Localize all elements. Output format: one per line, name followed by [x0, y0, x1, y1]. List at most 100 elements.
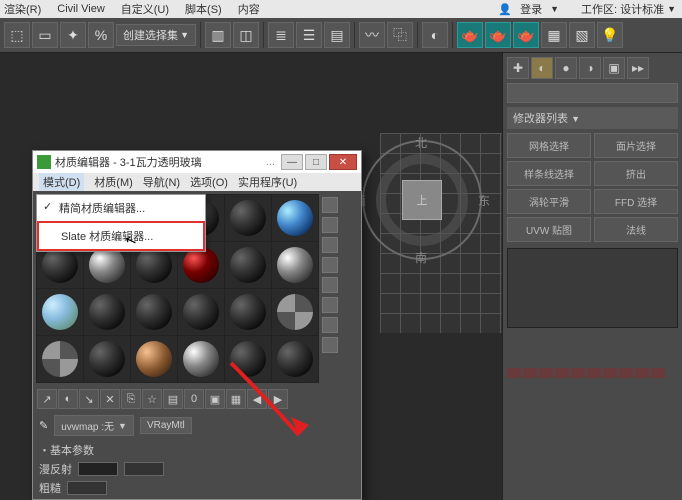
tool-btn[interactable]: ▦ [541, 22, 567, 48]
go-sibling-icon[interactable]: ▶ [268, 389, 288, 409]
mod-btn[interactable]: UVW 贴图 [507, 217, 591, 242]
assign-icon[interactable]: ↘ [79, 389, 99, 409]
mod-btn[interactable]: 面片选择 [594, 133, 678, 158]
sample-slot[interactable] [225, 289, 271, 335]
sample-slot[interactable] [84, 289, 130, 335]
login-link[interactable]: 登录 [520, 1, 542, 17]
uv-tile-icon[interactable] [322, 257, 338, 273]
modifier-list-header[interactable]: 修改器列表 ▼ [507, 107, 678, 129]
diffuse-spinner[interactable] [124, 462, 164, 476]
menu-options[interactable]: 选项(O) [190, 174, 228, 190]
material-type-button[interactable]: VRayMtl [140, 417, 192, 434]
sample-slot[interactable] [37, 289, 83, 335]
select-by-mat-icon[interactable] [322, 337, 338, 353]
sample-slot[interactable] [131, 289, 177, 335]
menu-navigate[interactable]: 导航(N) [143, 174, 180, 190]
minimize-button[interactable]: — [281, 154, 303, 170]
mod-btn[interactable]: 样条线选择 [507, 161, 591, 186]
chevron-down-icon[interactable]: ▼ [550, 4, 559, 14]
menu-civil[interactable]: Civil View [57, 3, 104, 15]
view-cube[interactable]: 上 北 东 南 西 [362, 140, 482, 260]
sample-slot[interactable] [225, 195, 271, 241]
viewcube-face[interactable]: 上 [402, 180, 442, 220]
tool-btn[interactable]: ▧ [569, 22, 595, 48]
render-icon[interactable]: 🫖 [513, 22, 539, 48]
tool-btn[interactable]: ⬚ [4, 22, 30, 48]
tab-display[interactable]: ▣ [603, 57, 625, 79]
layers-icon[interactable]: ▤ [324, 22, 350, 48]
layers-icon[interactable]: ≣ [268, 22, 294, 48]
preview-icon[interactable] [322, 297, 338, 313]
selection-set-combo[interactable]: 创建选择集▼ [116, 24, 196, 46]
sample-slot[interactable] [225, 242, 271, 288]
sample-type-icon[interactable] [322, 197, 338, 213]
mod-btn[interactable]: 法线 [594, 217, 678, 242]
window-titlebar[interactable]: 材质编辑器 - 3-1瓦力透明玻璃 ... — □ ✕ [33, 151, 361, 173]
show-end-icon[interactable]: ▦ [226, 389, 246, 409]
material-editor-icon[interactable]: ◐ [422, 22, 448, 48]
sample-slot[interactable] [178, 336, 224, 382]
mod-btn[interactable]: FFD 选择 [594, 189, 678, 214]
chevron-down-icon[interactable]: ▼ [667, 4, 676, 14]
rollout-header[interactable]: ・基本参数 [39, 442, 355, 458]
menu-script[interactable]: 脚本(S) [185, 1, 222, 17]
modifier-stack[interactable] [507, 248, 678, 328]
tab-utilities[interactable]: ▸▸ [627, 57, 649, 79]
viewcube-south[interactable]: 南 [415, 249, 427, 266]
align-icon[interactable]: ◫ [233, 22, 259, 48]
maximize-button[interactable]: □ [305, 154, 327, 170]
get-material-icon[interactable]: ↗ [37, 389, 57, 409]
backlight-icon[interactable] [322, 217, 338, 233]
diffuse-swatch[interactable] [78, 462, 118, 476]
put-to-lib-icon[interactable]: ▤ [163, 389, 183, 409]
viewcube-north[interactable]: 北 [415, 134, 427, 151]
mod-btn[interactable]: 网格选择 [507, 133, 591, 158]
workspace-value[interactable]: 设计标准 [620, 1, 664, 17]
close-button[interactable]: ✕ [329, 154, 357, 170]
eyedropper-icon[interactable]: ✎ [39, 419, 48, 432]
layers-icon[interactable]: ☰ [296, 22, 322, 48]
material-name-combo[interactable]: uvwmap :无▼ [54, 415, 134, 436]
sample-slot[interactable] [272, 336, 318, 382]
sample-slot[interactable] [225, 336, 271, 382]
show-in-vp-icon[interactable]: ▣ [205, 389, 225, 409]
render-frame-icon[interactable]: 🫖 [485, 22, 511, 48]
sample-slot[interactable] [272, 242, 318, 288]
background-icon[interactable] [322, 237, 338, 253]
mirror-icon[interactable]: ▥ [205, 22, 231, 48]
mod-btn[interactable]: 涡轮平滑 [507, 189, 591, 214]
tab-create[interactable]: ✚ [507, 57, 529, 79]
tab-motion[interactable]: ◑ [579, 57, 601, 79]
tab-hierarchy[interactable]: ● [555, 57, 577, 79]
video-check-icon[interactable] [322, 277, 338, 293]
sample-slot[interactable] [178, 289, 224, 335]
roughness-spinner[interactable] [67, 481, 107, 495]
menu-custom[interactable]: 自定义(U) [121, 1, 169, 17]
menu-utilities[interactable]: 实用程序(U) [238, 174, 297, 190]
reset-icon[interactable]: ✕ [100, 389, 120, 409]
tool-btn[interactable]: ✦ [60, 22, 86, 48]
menu-content[interactable]: 内容 [238, 1, 260, 17]
light-icon[interactable]: 💡 [597, 22, 623, 48]
mat-id-icon[interactable]: 0 [184, 389, 204, 409]
menu-compact-editor[interactable]: 精简材质编辑器... [37, 195, 205, 221]
options-icon[interactable] [322, 317, 338, 333]
sample-slot[interactable] [272, 289, 318, 335]
schematic-icon[interactable]: ⿻ [387, 22, 413, 48]
put-to-scene-icon[interactable]: ◐ [58, 389, 78, 409]
curve-editor-icon[interactable]: 〰 [359, 22, 385, 48]
menu-render[interactable]: 渲染(R) [4, 1, 41, 17]
sample-slot[interactable] [272, 195, 318, 241]
mod-btn[interactable]: 挤出 [594, 161, 678, 186]
sample-slot[interactable] [84, 336, 130, 382]
menu-slate-editor[interactable]: Slate 材质编辑器... ↖ [37, 221, 205, 251]
render-setup-icon[interactable]: 🫖 [457, 22, 483, 48]
menu-mode[interactable]: 模式(D) [39, 173, 84, 191]
tab-modify[interactable]: ◐ [531, 57, 553, 79]
sample-slot[interactable] [37, 336, 83, 382]
menu-material[interactable]: 材质(M) [94, 174, 133, 190]
object-name-field[interactable] [507, 83, 678, 103]
tool-btn[interactable]: % [88, 22, 114, 48]
viewcube-east[interactable]: 东 [478, 192, 490, 209]
tool-btn[interactable]: ▭ [32, 22, 58, 48]
